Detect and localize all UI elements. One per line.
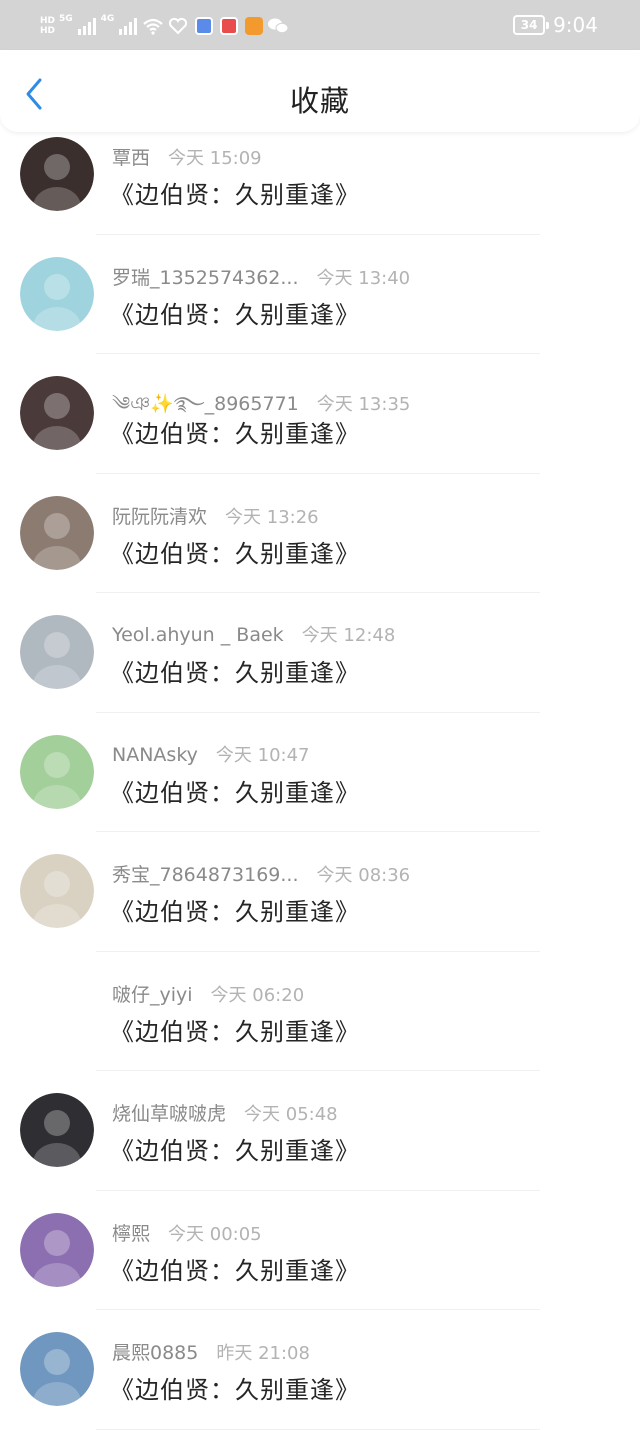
item-meta: Yeol.ahyun _ Baek 今天 12:48: [112, 621, 395, 647]
favorites-list: 覃西 今天 15:09 《边伯贤：久别重逢》 罗瑞_1352574362... …: [0, 115, 640, 1430]
story-title[interactable]: 《边伯贤：久别重逢》: [110, 892, 360, 927]
timestamp: 今天 12:48: [301, 625, 396, 646]
item-meta: 阮阮阮清欢 今天 13:26: [112, 502, 319, 529]
avatar[interactable]: [20, 495, 94, 570]
username[interactable]: 覃西: [112, 143, 150, 170]
sim2-label: HD: [40, 26, 56, 36]
timestamp: 今天 08:36: [316, 865, 411, 886]
book-app-icon: [220, 17, 239, 35]
avatar-image: [20, 1212, 94, 1287]
story-title[interactable]: 《边伯贤：久别重逢》: [110, 295, 360, 330]
list-item[interactable]: 覃西 今天 15:09 《边伯贤：久别重逢》: [0, 115, 640, 235]
timestamp: 今天 13:40: [316, 267, 411, 289]
list-item[interactable]: 阮阮阮清欢 今天 13:26 《边伯贤：久别重逢》: [0, 474, 640, 593]
username[interactable]: 晨熙0885: [112, 1338, 198, 1365]
item-meta: 啵仔_yiyi 今天 06:20: [112, 980, 304, 1007]
story-title[interactable]: 《边伯贤：久别重逢》: [110, 414, 360, 449]
item-meta: NANAsky 今天 10:47: [112, 741, 310, 767]
item-meta: 秀宝_7864873169... 今天 08:36: [112, 860, 410, 887]
avatar[interactable]: [20, 1212, 94, 1287]
avatar-image: [20, 615, 94, 689]
username[interactable]: 阮阮阮清欢: [112, 502, 207, 529]
story-title[interactable]: 《边伯贤：久别重逢》: [110, 1251, 360, 1286]
video-app-icon: [245, 17, 264, 35]
status-bar: HD HD 5G 4G 34 9:04: [0, 0, 640, 50]
avatar-image: [20, 1093, 94, 1167]
username[interactable]: 烧仙草啵啵虎: [112, 1099, 226, 1126]
username[interactable]: NANAsky: [112, 744, 198, 766]
heart-app-icon: [169, 17, 188, 35]
story-title[interactable]: 《边伯贤：久别重逢》: [110, 1012, 360, 1047]
divider: [96, 1428, 540, 1430]
timestamp: 今天 10:47: [215, 744, 310, 766]
status-right: 34 9:04: [513, 10, 598, 40]
list-item[interactable]: 罗瑞_1352574362... 今天 13:40 《边伯贤：久别重逢》: [0, 235, 640, 354]
avatar-image: [20, 1332, 94, 1406]
timestamp: 今天 06:20: [210, 984, 305, 1006]
username[interactable]: 罗瑞_1352574362...: [112, 263, 299, 290]
item-meta: 罗瑞_1352574362... 今天 13:40: [112, 263, 410, 290]
list-item[interactable]: NANAsky 今天 10:47 《边伯贤：久别重逢》: [0, 713, 640, 832]
timestamp: 今天 13:35: [316, 394, 411, 415]
clock: 9:04: [553, 13, 598, 37]
item-meta: 檸熙 今天 00:05: [112, 1219, 262, 1246]
list-item[interactable]: 烧仙草啵啵虎 今天 05:48 《边伯贤：久别重逢》: [0, 1071, 640, 1191]
music-app-icon: [195, 17, 214, 35]
story-title[interactable]: 《边伯贤：久别重逢》: [110, 773, 360, 808]
list-item[interactable]: 秀宝_7864873169... 今天 08:36 《边伯贤：久别重逢》: [0, 832, 640, 952]
list-item[interactable]: 啵仔_yiyi 今天 06:20 《边伯贤：久别重逢》: [0, 952, 640, 1071]
item-meta: 烧仙草啵啵虎 今天 05:48: [112, 1099, 338, 1126]
avatar-image: [20, 495, 94, 570]
avatar[interactable]: [20, 137, 94, 211]
avatar[interactable]: [20, 734, 94, 809]
username[interactable]: 檸熙: [112, 1219, 150, 1246]
story-title[interactable]: 《边伯贤：久别重逢》: [110, 653, 360, 688]
timestamp: 今天 00:05: [168, 1223, 262, 1245]
status-indicators: HD HD 5G 4G: [40, 12, 289, 40]
avatar[interactable]: [20, 1093, 94, 1167]
avatar-image: [20, 376, 94, 450]
avatar-image: [20, 854, 94, 928]
sim1-label: HD: [40, 16, 56, 26]
avatar-image: [20, 137, 94, 211]
avatar-image: [20, 256, 94, 331]
item-meta: 晨熙0885 昨天 21:08: [112, 1338, 310, 1365]
network1-label: 5G: [59, 14, 73, 24]
avatar[interactable]: [20, 376, 94, 450]
sim1-indicator: HD HD: [40, 16, 55, 36]
page-title: 收藏: [289, 84, 350, 118]
list-item[interactable]: ༄ঞ✨࿐_8965771 今天 13:35 《边伯贤：久别重逢》: [0, 354, 640, 474]
signal-icon: [77, 18, 96, 35]
wifi-icon: [143, 18, 164, 35]
story-title[interactable]: 《边伯贤：久别重逢》: [110, 534, 360, 569]
username[interactable]: 秀宝_7864873169...: [112, 860, 299, 887]
story-title[interactable]: 《边伯贤：久别重逢》: [110, 175, 360, 210]
avatar[interactable]: [20, 615, 94, 689]
username[interactable]: Yeol.ahyun _ Baek: [112, 624, 284, 646]
avatar-image: [20, 973, 94, 1048]
username[interactable]: 啵仔_yiyi: [112, 980, 193, 1007]
timestamp: 今天 13:26: [225, 506, 319, 528]
avatar[interactable]: [20, 1332, 94, 1406]
avatar[interactable]: [20, 256, 94, 331]
list-item[interactable]: 檸熙 今天 00:05 《边伯贤：久别重逢》: [0, 1191, 640, 1310]
timestamp: 昨天 21:08: [216, 1343, 310, 1364]
story-title[interactable]: 《边伯贤：久别重逢》: [110, 1370, 360, 1405]
signal-icon-2: [119, 18, 138, 35]
timestamp: 今天 05:48: [244, 1104, 338, 1125]
nav-bar: 收藏: [0, 50, 640, 132]
timestamp: 今天 15:09: [168, 148, 262, 169]
avatar[interactable]: [20, 973, 94, 1048]
battery-icon: 34: [513, 15, 550, 35]
avatar-image: [20, 734, 94, 809]
list-item[interactable]: Yeol.ahyun _ Baek 今天 12:48 《边伯贤：久别重逢》: [0, 593, 640, 713]
story-title[interactable]: 《边伯贤：久别重逢》: [110, 1131, 360, 1166]
wechat-icon: [268, 18, 289, 34]
item-meta: 覃西 今天 15:09: [112, 143, 262, 170]
list-item[interactable]: 晨熙0885 昨天 21:08 《边伯贤：久别重逢》: [0, 1310, 640, 1430]
network2-label: 4G: [100, 14, 115, 24]
avatar[interactable]: [20, 854, 94, 928]
